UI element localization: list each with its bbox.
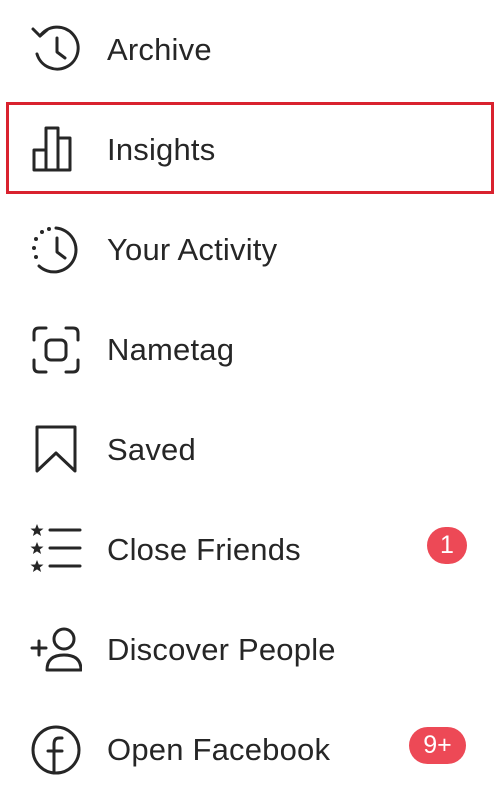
- insights-icon: [30, 124, 82, 176]
- menu-item-label: Your Activity: [107, 232, 278, 267]
- bookmark-icon: [30, 424, 82, 476]
- menu-item-close-friends[interactable]: Close Friends 1: [0, 500, 500, 600]
- notification-badge: 1: [427, 527, 467, 564]
- menu-item-label: Open Facebook: [107, 732, 331, 767]
- side-menu: Archive Insights Your Activity Nametag S…: [0, 0, 500, 800]
- menu-item-discover-people[interactable]: Discover People: [0, 600, 500, 700]
- menu-item-your-activity[interactable]: Your Activity: [0, 200, 500, 300]
- menu-item-insights[interactable]: Insights: [0, 100, 500, 200]
- close-friends-icon: [30, 524, 82, 576]
- notification-badge: 9+: [409, 727, 466, 764]
- menu-item-open-facebook[interactable]: Open Facebook 9+: [0, 700, 500, 800]
- menu-item-saved[interactable]: Saved: [0, 400, 500, 500]
- activity-icon: [30, 224, 82, 276]
- archive-icon: [30, 24, 82, 76]
- menu-item-label: Insights: [107, 132, 216, 167]
- menu-item-archive[interactable]: Archive: [0, 0, 500, 100]
- facebook-icon: [30, 724, 82, 776]
- menu-item-label: Discover People: [107, 632, 336, 667]
- menu-item-label: Close Friends: [107, 532, 301, 567]
- menu-item-label: Nametag: [107, 332, 235, 367]
- menu-item-nametag[interactable]: Nametag: [0, 300, 500, 400]
- menu-item-label: Saved: [107, 432, 196, 467]
- menu-item-label: Archive: [107, 32, 212, 67]
- add-person-icon: [30, 624, 82, 676]
- nametag-icon: [30, 324, 82, 376]
